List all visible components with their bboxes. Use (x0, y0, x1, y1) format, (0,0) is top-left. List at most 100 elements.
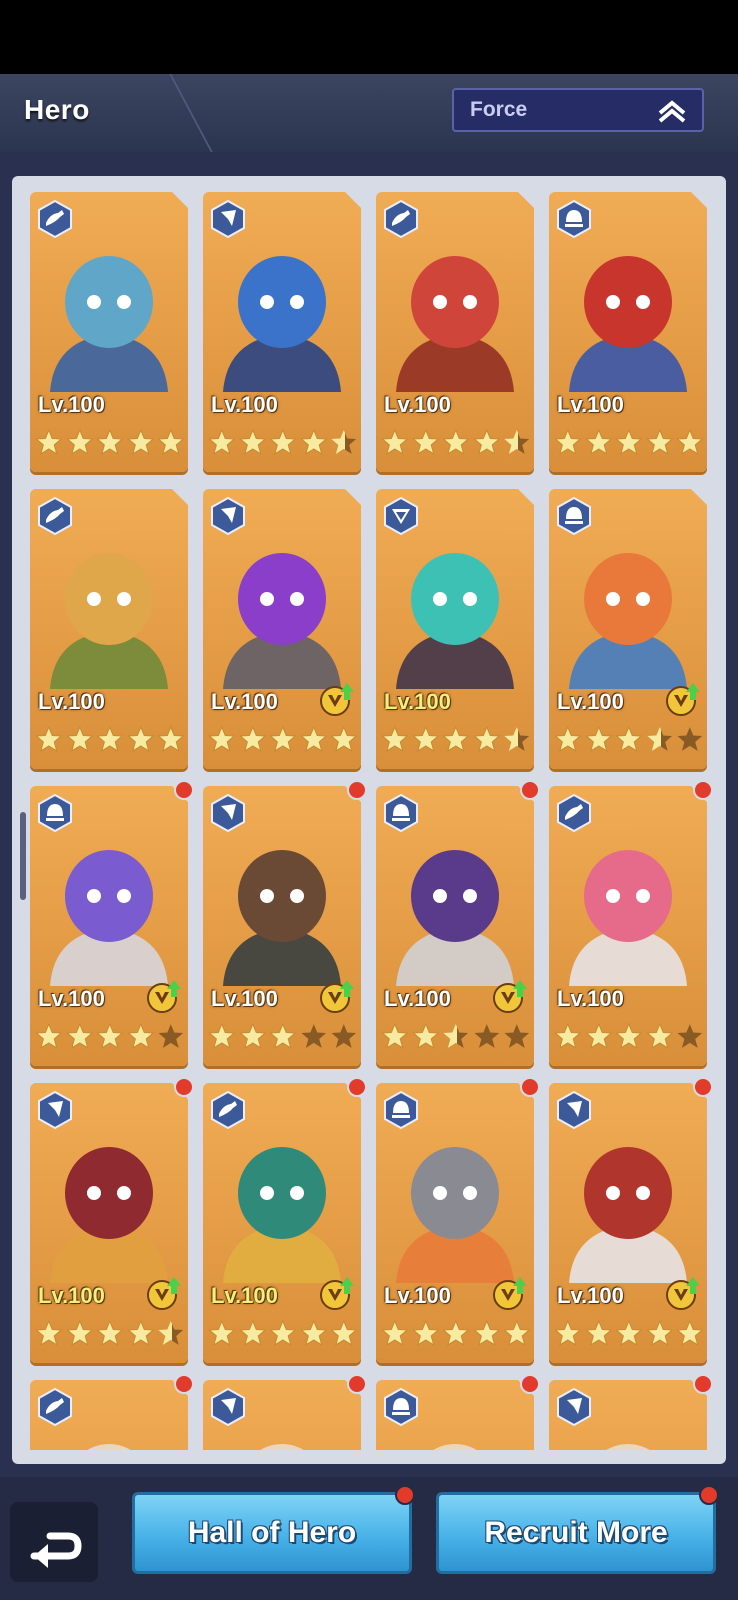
star-rating (380, 1022, 532, 1052)
empty-star-icon (677, 1024, 703, 1048)
star-rating (207, 725, 359, 755)
triangle-class-icon (384, 497, 418, 535)
star-icon (676, 1319, 704, 1346)
star-icon (238, 428, 266, 455)
hero-card[interactable]: Lv.100 (376, 780, 540, 1066)
star-icon (381, 1319, 409, 1346)
notification-dot (699, 1485, 719, 1505)
star-icon (411, 725, 439, 752)
hero-card[interactable]: Lv.100 (376, 1077, 540, 1363)
hero-card[interactable]: Lv.100 (549, 780, 713, 1066)
star-icon (238, 1319, 266, 1346)
hero-card[interactable]: Lv.100 (549, 192, 707, 472)
orange-hair-girl-portrait (50, 553, 168, 689)
green-helmet-robot-portrait (223, 1147, 341, 1283)
star-icon (330, 725, 358, 752)
hero-card[interactable]: Lv.100 (203, 780, 367, 1066)
star-icon (65, 428, 93, 455)
hand-class-icon (38, 1388, 72, 1426)
star-icon (615, 1022, 643, 1049)
upgrade-arrow-icon (147, 1277, 181, 1310)
hero-level: Lv.100 (384, 1283, 451, 1308)
hero-card[interactable]: Lv.100 (203, 489, 361, 769)
star-icon (554, 725, 582, 752)
hand-class-icon (38, 200, 72, 238)
star-icon (645, 428, 674, 455)
star-icon (208, 1022, 236, 1049)
hero-card[interactable] (549, 1374, 713, 1450)
hero-card[interactable]: Lv.100 (203, 1077, 367, 1363)
star-rating (553, 1319, 705, 1349)
arrow-class-icon (557, 1388, 591, 1426)
hero-card[interactable]: Lv.100 (30, 780, 194, 1066)
star-rating (553, 1022, 705, 1052)
upgrade-arrow-icon (493, 980, 527, 1013)
hero-card[interactable]: Lv.100 (376, 192, 534, 472)
star-icon (126, 1022, 155, 1049)
hero-grid[interactable]: Lv.100 Lv.100 Lv.100 Lv.100 Lv.100 Lv.100 Lv.1… (26, 192, 716, 1450)
star-icon (299, 725, 328, 752)
notification-dot (174, 1077, 194, 1097)
star-icon (584, 1319, 612, 1346)
purple-tank-portrait (223, 553, 341, 689)
star-icon (96, 1319, 124, 1346)
notification-dot (347, 1077, 367, 1097)
hall-of-hero-button[interactable]: Hall of Hero (132, 1485, 415, 1574)
upgrade-arrow-icon (320, 1277, 354, 1310)
star-rating (380, 1319, 532, 1349)
star-icon (554, 1319, 582, 1346)
star-icon (126, 725, 155, 752)
star-icon (269, 1022, 297, 1049)
hero-card[interactable]: Lv.100 (376, 489, 534, 769)
pink-bear-robot-portrait (569, 850, 687, 986)
star-rating (34, 1022, 186, 1052)
star-icon (35, 1319, 63, 1346)
upgrade-arrow-icon (147, 980, 181, 1013)
hero-card[interactable]: Lv.100 (549, 489, 707, 769)
star-icon (442, 1319, 470, 1346)
half-star-icon (504, 430, 530, 454)
star-icon (472, 725, 501, 752)
arrow-class-icon (211, 1388, 245, 1426)
star-icon (645, 1319, 674, 1346)
arrow-class-icon (38, 1091, 72, 1129)
hero-level: Lv.100 (38, 986, 105, 1011)
star-icon (65, 725, 93, 752)
star-icon (381, 725, 409, 752)
star-icon (96, 428, 124, 455)
star-icon (554, 428, 582, 455)
helmet-class-icon (557, 497, 591, 535)
hero-level: Lv.100 (557, 392, 624, 417)
card-corner-notch (518, 192, 534, 208)
star-icon (157, 725, 185, 752)
half-star-icon (331, 430, 357, 454)
star-icon (96, 1022, 124, 1049)
hero-card[interactable]: Lv.100 (30, 192, 188, 472)
upgrade-arrow-icon (320, 683, 354, 716)
hero-card[interactable]: Lv.100 (30, 1077, 194, 1363)
red-round-robot-portrait (396, 256, 514, 392)
hero-card[interactable]: Lv.100 (549, 1077, 713, 1363)
hero-level: Lv.100 (557, 1283, 624, 1308)
hero-card[interactable] (376, 1374, 540, 1450)
star-icon (615, 1319, 643, 1346)
star-rating (553, 725, 705, 755)
card-corner-notch (345, 489, 361, 505)
arrow-class-icon (211, 794, 245, 832)
star-icon (65, 1022, 93, 1049)
half-star-icon (504, 727, 530, 751)
hero-card[interactable]: Lv.100 (203, 192, 361, 472)
back-button[interactable] (10, 1502, 98, 1582)
star-icon (35, 428, 63, 455)
hero-card[interactable] (203, 1374, 367, 1450)
recruit-more-button[interactable]: Recruit More (436, 1485, 719, 1574)
hero-card[interactable]: Lv.100 (30, 489, 188, 769)
star-icon (472, 1319, 501, 1346)
empty-star-icon (474, 1024, 499, 1048)
scrollbar[interactable] (20, 812, 26, 900)
helmet-class-icon (557, 200, 591, 238)
hero-grid-panel: Lv.100 Lv.100 Lv.100 Lv.100 Lv.100 Lv.100 Lv.1… (12, 176, 726, 1464)
hero-card[interactable] (30, 1374, 194, 1450)
force-filter-dropdown[interactable]: Force (452, 88, 704, 132)
hand-class-icon (38, 497, 72, 535)
